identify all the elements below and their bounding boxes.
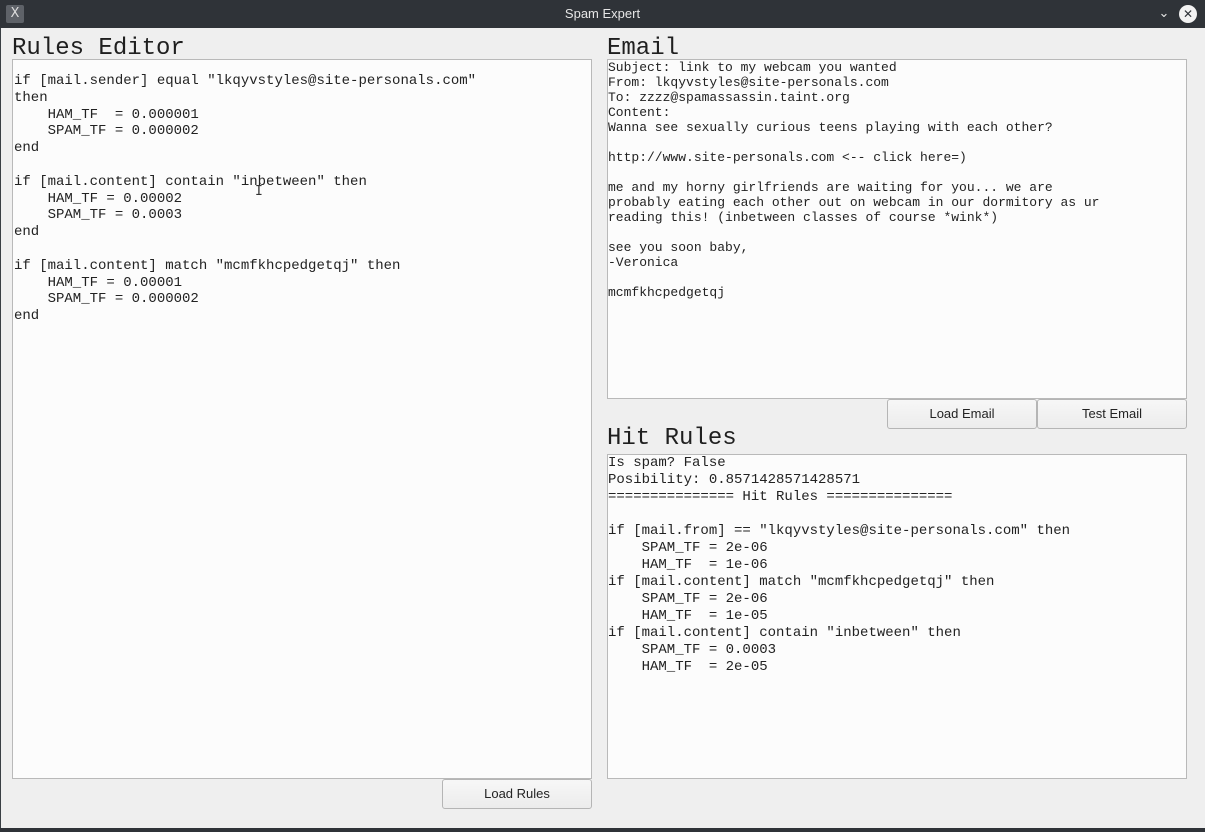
load-rules-button[interactable]: Load Rules (442, 779, 592, 809)
text-cursor-icon: I (255, 184, 263, 199)
test-email-button[interactable]: Test Email (1037, 399, 1187, 429)
email-text: Subject: link to my webcam you wanted Fr… (608, 60, 1100, 300)
title-bar: X Spam Expert ⌄ ✕ (0, 0, 1205, 28)
email-textarea[interactable]: Subject: link to my webcam you wanted Fr… (607, 59, 1187, 399)
load-email-button[interactable]: Load Email (887, 399, 1037, 429)
window-bottom-edge (0, 828, 1205, 832)
window-left-edge (0, 28, 1, 832)
hit-rules-textarea[interactable]: Is spam? False Posibility: 0.85714285714… (607, 454, 1187, 779)
close-icon[interactable]: ✕ (1179, 5, 1197, 23)
hit-rules-heading: Hit Rules (607, 425, 737, 452)
window-title: Spam Expert (564, 6, 641, 21)
rules-editor-text: if [mail.sender] equal "lkqyvstyles@site… (14, 73, 477, 325)
hit-rules-text: Is spam? False Posibility: 0.85714285714… (608, 455, 1071, 675)
rules-editor-textarea[interactable]: if [mail.sender] equal "lkqyvstyles@site… (12, 59, 592, 779)
chevron-down-icon[interactable]: ⌄ (1155, 4, 1173, 24)
